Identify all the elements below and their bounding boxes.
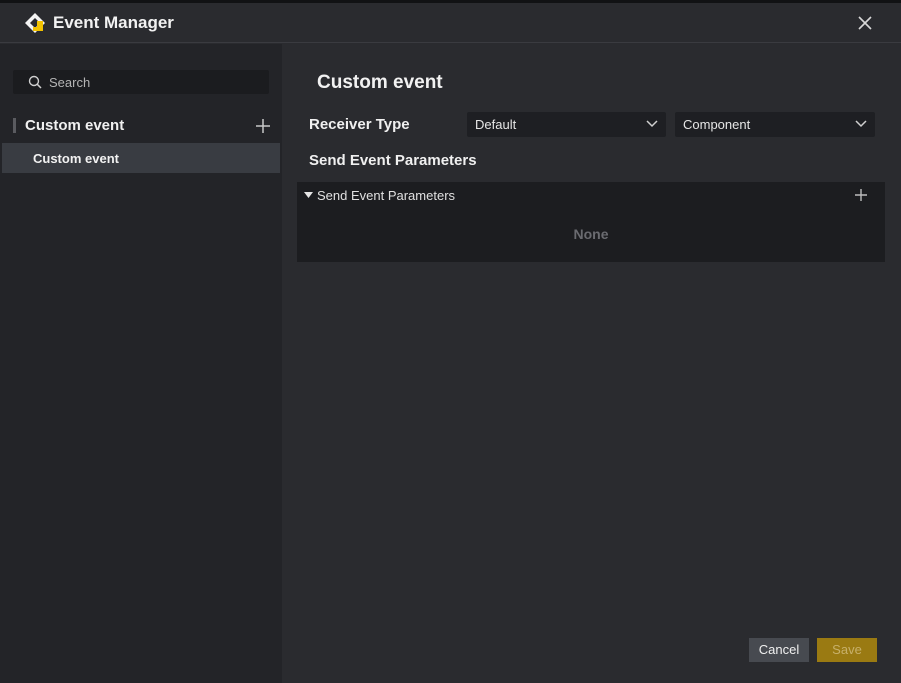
- app-logo-icon: [24, 12, 46, 34]
- send-params-panel: Send Event Parameters None: [297, 182, 885, 262]
- triangle-down-icon[interactable]: [304, 192, 313, 199]
- title-bar: Event Manager: [0, 3, 901, 43]
- receiver-type-select[interactable]: Default: [467, 112, 666, 137]
- sidebar-item-custom-event[interactable]: Custom event: [2, 143, 280, 173]
- sidebar-item-label: Custom event: [33, 151, 119, 166]
- search-input[interactable]: [49, 70, 259, 94]
- sidebar: Custom event Custom event: [0, 44, 282, 683]
- receiver-component-value: Component: [683, 117, 751, 132]
- event-group-header[interactable]: Custom event: [0, 114, 282, 138]
- send-params-label: Send Event Parameters: [309, 152, 477, 169]
- send-params-panel-label[interactable]: Send Event Parameters: [317, 188, 455, 203]
- receiver-component-select[interactable]: Component: [675, 112, 875, 137]
- search-icon: [28, 75, 42, 89]
- group-indicator: [13, 118, 16, 133]
- receiver-type-label: Receiver Type: [309, 116, 410, 133]
- chevron-down-icon: [646, 120, 658, 128]
- chevron-down-icon: [855, 120, 867, 128]
- add-param-plus-icon[interactable]: [853, 187, 869, 203]
- event-manager-window: Event Manager Custom event Custo: [0, 0, 901, 683]
- cancel-button[interactable]: Cancel: [749, 638, 809, 662]
- group-label: Custom event: [25, 117, 125, 134]
- receiver-type-value: Default: [475, 117, 517, 132]
- search-box[interactable]: [13, 70, 269, 94]
- save-button[interactable]: Save: [817, 638, 877, 662]
- empty-state-text: None: [573, 226, 609, 242]
- close-icon[interactable]: [853, 11, 877, 35]
- page-title: Custom event: [317, 72, 443, 93]
- add-event-plus-icon[interactable]: [254, 117, 272, 135]
- main-panel: Custom event Receiver Type Default Compo…: [282, 44, 901, 683]
- window-title: Event Manager: [53, 13, 174, 32]
